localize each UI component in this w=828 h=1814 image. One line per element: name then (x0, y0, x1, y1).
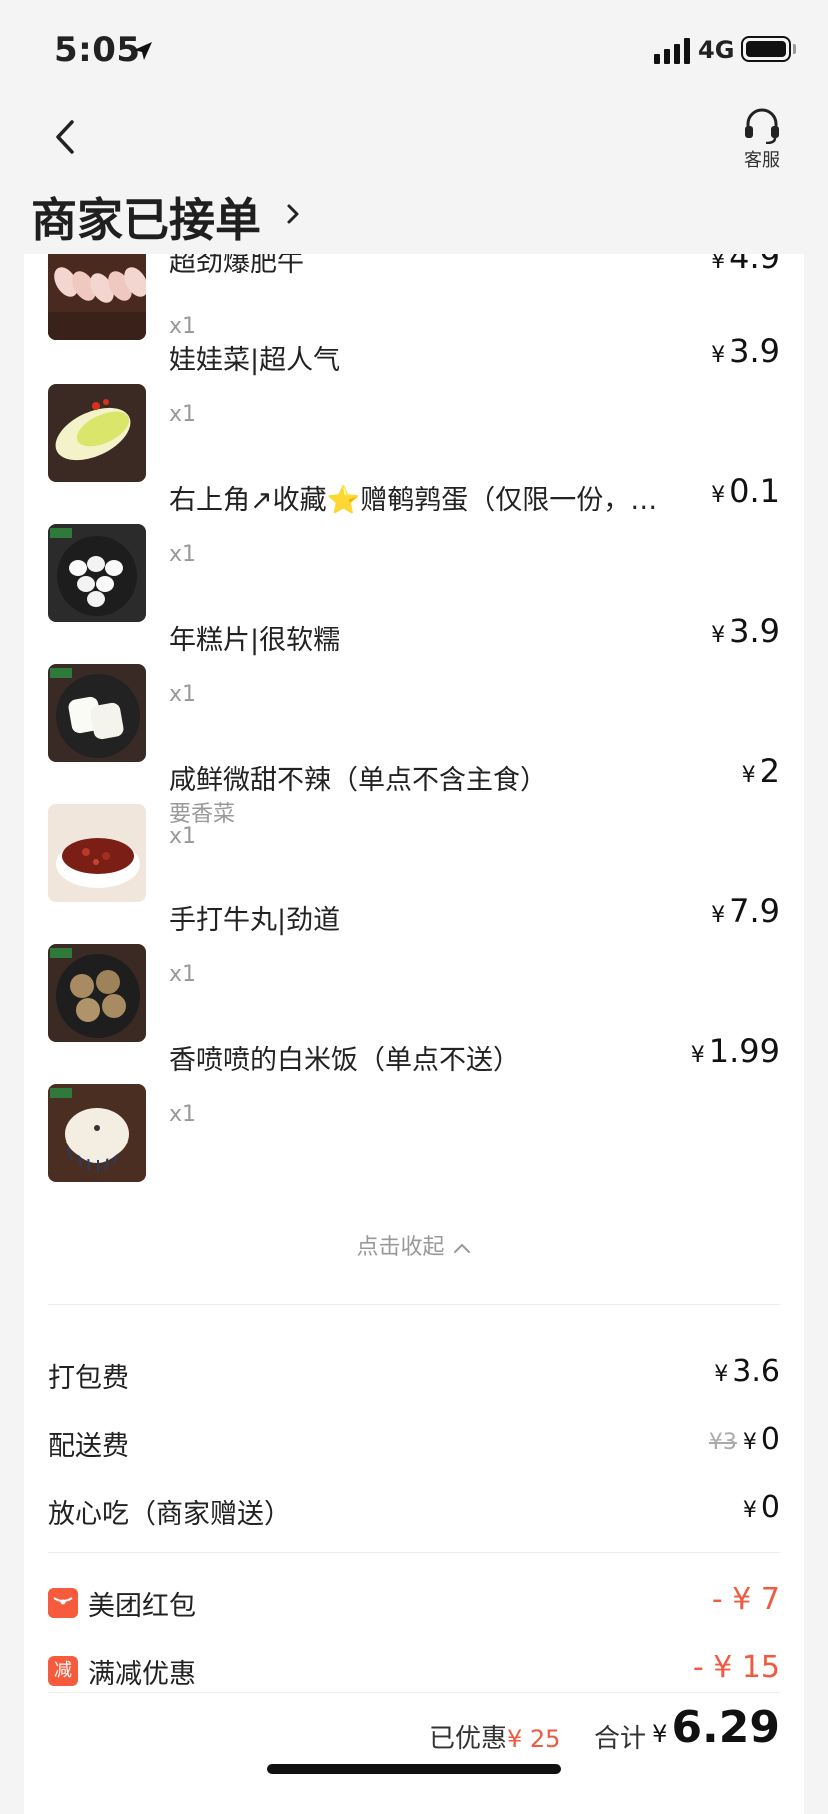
signal-icon (654, 38, 690, 64)
beef-rolls-image (48, 254, 146, 340)
item-name: 咸鲜微甜不辣（单点不含主食） (169, 765, 547, 796)
chevron-up-icon (453, 1243, 470, 1253)
item-price: ¥7.9 (711, 892, 780, 930)
total-summary: 已优惠¥ 25 合计 ¥6.29 (24, 1702, 804, 1764)
fee-value: ¥0 (742, 1490, 780, 1525)
item-name: 年糕片|很软糯 (169, 625, 341, 656)
headset-icon (745, 108, 779, 144)
baby-cabbage-image (48, 384, 146, 482)
discount-label: 美团红包 (88, 1591, 196, 1622)
chevron-right-icon[interactable] (284, 199, 302, 229)
sauce-bowl-image (48, 804, 146, 902)
saved-amount: ¥ 25 (507, 1725, 561, 1753)
discount-label: 满减优惠 (88, 1659, 196, 1690)
customer-service-label: 客服 (744, 150, 780, 171)
packaging-fee-row: 打包费 ¥3.6 (48, 1354, 780, 1400)
item-price: ¥0.1 (711, 472, 780, 510)
item-name: 手打牛丸|劲道 (169, 905, 341, 936)
reduction-icon: 减 (48, 1656, 78, 1686)
item-qty: x1 (169, 1102, 197, 1127)
red-packet-row: 美团红包 - ¥ 7 (48, 1582, 780, 1628)
item-price: ¥1.99 (690, 1032, 780, 1070)
order-detail-card: 超劲爆肥牛 x1 ¥4.9 娃娃菜|超人气 x1 ¥3.9 右上角↗收藏⭐赠鹌鹑… (24, 254, 804, 1814)
item-name: 娃娃菜|超人气 (169, 345, 341, 376)
item-qty: x1 (169, 542, 197, 567)
delivery-fee-row: 配送费 ¥3 ¥0 (48, 1422, 780, 1468)
safe-eat-fee-row: 放心吃（商家赠送） ¥0 (48, 1490, 780, 1536)
reduction-row: 减 满减优惠 - ¥ 15 (48, 1650, 780, 1696)
collapse-items-button[interactable]: 点击收起 (24, 1229, 804, 1261)
saved-info: 已优惠¥ 25 (429, 1724, 561, 1754)
back-arrow-icon[interactable] (48, 112, 88, 162)
original-fee: ¥3 (708, 1430, 737, 1455)
total-label: 合计 (594, 1724, 647, 1754)
total-amount: ¥6.29 (652, 1702, 780, 1753)
item-qty: x1 (169, 824, 197, 849)
rice-bowl-image (48, 1084, 146, 1182)
status-bar: 5:05 4G (0, 0, 828, 100)
item-qty: x1 (169, 962, 197, 987)
red-packet-icon (48, 1588, 78, 1618)
battery-icon (741, 36, 791, 62)
battery-tip (793, 44, 796, 54)
discount-value: - ¥ 15 (692, 1650, 780, 1685)
collapse-label: 点击收起 (356, 1235, 445, 1260)
fee-value: ¥3.6 (714, 1354, 780, 1389)
item-price: ¥3.9 (711, 332, 780, 370)
home-indicator[interactable] (267, 1764, 561, 1774)
quail-eggs-image (48, 524, 146, 622)
item-qty: x1 (169, 402, 197, 427)
order-status-title[interactable]: 商家已接单 (31, 184, 261, 250)
item-price: ¥2 (741, 752, 780, 790)
divider (48, 1304, 780, 1305)
fee-label: 放心吃（商家赠送） (48, 1499, 291, 1530)
fee-value: ¥3 ¥0 (708, 1422, 780, 1457)
item-qty: x1 (169, 682, 197, 707)
fee-label: 打包费 (48, 1363, 129, 1394)
fee-label: 配送费 (48, 1431, 129, 1462)
item-price: ¥4.9 (711, 254, 780, 276)
divider (48, 1692, 780, 1693)
item-qty: x1 (169, 314, 197, 339)
item-name: 右上角↗收藏⭐赠鹌鹑蛋（仅限一份，… (169, 485, 658, 516)
network-type: 4G (698, 36, 735, 64)
beef-balls-image (48, 944, 146, 1042)
item-name: 香喷喷的白米饭（单点不送） (169, 1045, 520, 1076)
location-arrow-icon (134, 42, 152, 60)
item-name: 超劲爆肥牛 (169, 254, 304, 278)
discount-value: - ¥ 7 (711, 1582, 780, 1617)
status-time: 5:05 (54, 30, 141, 70)
rice-cake-image (48, 664, 146, 762)
item-price: ¥3.9 (711, 612, 780, 650)
divider (48, 1552, 780, 1553)
customer-service-button[interactable]: 客服 (730, 108, 794, 171)
